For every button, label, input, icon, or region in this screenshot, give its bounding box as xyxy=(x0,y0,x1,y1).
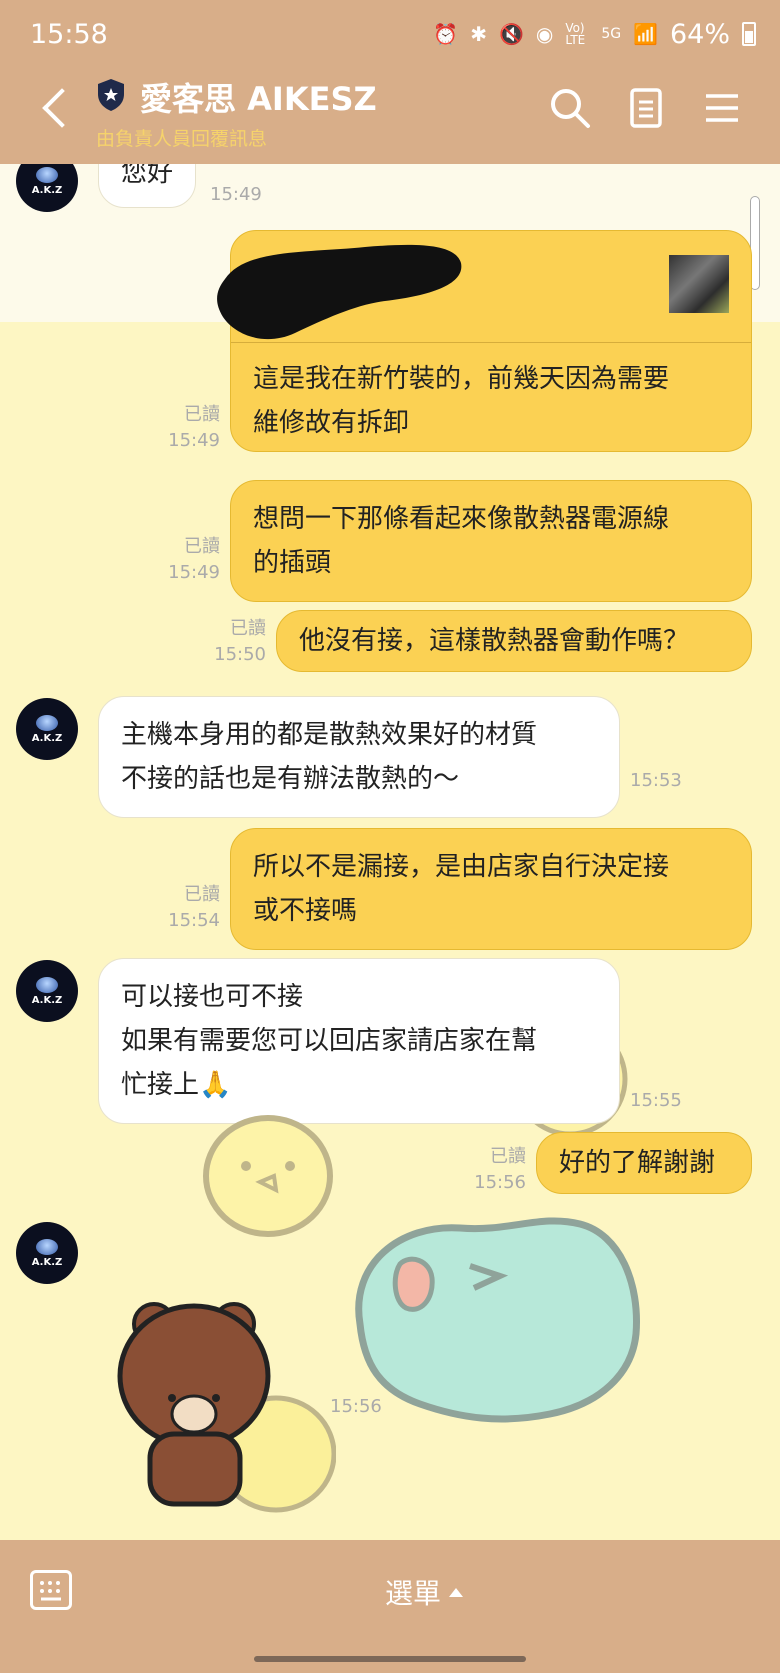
status-time: 15:58 xyxy=(30,18,108,50)
hotspot-icon: ◉ xyxy=(535,22,554,46)
chat-title: 愛客思 AIKESZ xyxy=(140,80,377,118)
avatar-logo-icon xyxy=(36,166,58,183)
message-time: 15:56 xyxy=(330,1396,382,1417)
bottom-bar: 選單 xyxy=(0,1540,780,1673)
image-thumbnail[interactable] xyxy=(669,255,729,313)
battery-percent: 64% xyxy=(669,18,730,50)
alarm-icon: ⏰ xyxy=(433,22,459,46)
message-bubble-incoming[interactable]: 可以接也可不接 如果有需要您可以回店家請店家在幫 忙接上🙏 xyxy=(98,958,620,1124)
avatar-logo-icon xyxy=(36,714,58,731)
caret-up-icon xyxy=(449,1587,464,1597)
redacted-text-blob xyxy=(217,244,462,340)
mute-icon: 🔇 xyxy=(498,22,524,46)
avatar[interactable]: A.K.Z xyxy=(16,698,78,760)
keyboard-keys-icon xyxy=(40,1581,61,1601)
message-bubble-outgoing[interactable]: 所以不是漏接，是由店家自行決定接 或不接嗎 xyxy=(230,828,752,950)
shield-icon xyxy=(98,79,124,111)
status-bar: 15:58 ⏰ ✱ 🔇 ◉ Vo) LTE 5G 📶 64% xyxy=(30,16,756,52)
volte-icon: Vo) LTE xyxy=(565,21,586,47)
message-bubble-outgoing[interactable]: 想問一下那條看起來像散熱器電源線 的插頭 xyxy=(230,480,752,602)
chat-header: 愛客思 AIKESZ 由負責人員回覆訊息 xyxy=(0,72,780,158)
status-icons: ⏰ ✱ 🔇 ◉ Vo) LTE 5G 📶 64% xyxy=(433,19,756,50)
message-text: 這是我在新竹裝的，前幾天因為需要 維修故有拆卸 xyxy=(253,364,670,438)
message-bubble-incoming[interactable]: 主機本身用的都是散熱效果好的材質 不接的話也是有辦法散熱的～ xyxy=(98,696,620,818)
background-whale-sticker xyxy=(355,1217,640,1423)
message-bubble-outgoing[interactable]: 這是我在新竹裝的，前幾天因為需要 維修故有拆卸 xyxy=(217,230,752,452)
message-meta: 已讀 15:50 xyxy=(214,618,266,665)
avatar[interactable]: A.K.Z xyxy=(16,960,78,1022)
search-icon[interactable] xyxy=(548,86,592,130)
top-bar: 15:58 ⏰ ✱ 🔇 ◉ Vo) LTE 5G 📶 64% 愛客思 AIKES… xyxy=(0,0,780,164)
message-meta: 已讀 15:54 xyxy=(168,884,220,931)
chat-area[interactable]: A.K.Z 您好 15:49 這是我在新竹裝的，前幾天因為需要 維修故有拆卸 已… xyxy=(0,164,780,1540)
home-indicator[interactable] xyxy=(254,1656,526,1662)
message-bubble-outgoing[interactable]: 好的了解謝謝 xyxy=(536,1132,752,1194)
notes-icon[interactable] xyxy=(624,86,668,130)
message-time: 15:53 xyxy=(630,770,682,791)
menu-button[interactable]: 選單 xyxy=(385,1572,464,1612)
message-bubble-incoming[interactable]: 您好 xyxy=(98,164,197,208)
background-chick-sticker xyxy=(203,1115,333,1237)
message-time: 15:49 xyxy=(210,184,262,205)
signal-icon: 📶 xyxy=(633,22,658,46)
message-time: 15:55 xyxy=(630,1090,682,1111)
avatar-logo-icon xyxy=(36,976,58,993)
5g-icon: 5G xyxy=(601,26,622,42)
hamburger-menu-icon[interactable] xyxy=(700,86,744,130)
message-meta: 已讀 15:49 xyxy=(168,404,220,451)
message-bubble-outgoing[interactable]: 他沒有接，這樣散熱器會動作嗎？ xyxy=(276,610,752,672)
avatar-logo-icon xyxy=(36,1238,58,1255)
chat-subtitle: 由負責人員回覆訊息 xyxy=(96,128,268,150)
back-button[interactable] xyxy=(38,86,68,130)
brown-bear-bow-sticker[interactable] xyxy=(116,1294,336,1514)
reply-preview[interactable] xyxy=(217,231,751,343)
avatar[interactable]: A.K.Z xyxy=(16,1222,78,1284)
message-meta: 已讀 15:56 xyxy=(474,1146,526,1193)
keyboard-icon[interactable] xyxy=(30,1570,72,1610)
bluetooth-icon: ✱ xyxy=(470,22,487,46)
message-meta: 已讀 15:49 xyxy=(168,536,220,583)
battery-icon xyxy=(742,22,756,46)
